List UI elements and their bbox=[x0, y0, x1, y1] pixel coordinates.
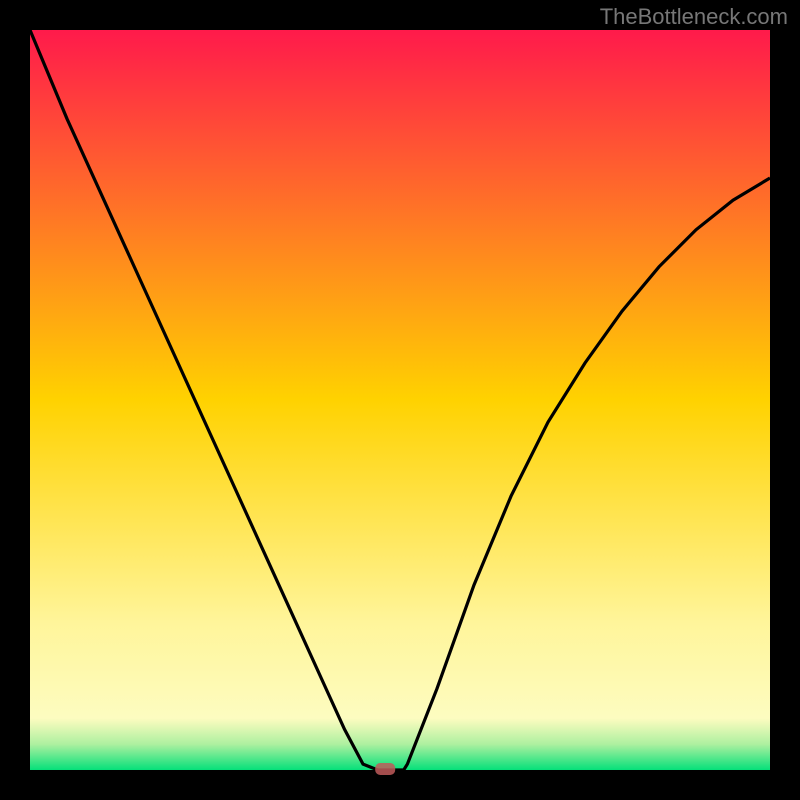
plot-area bbox=[30, 30, 770, 770]
bottleneck-chart: TheBottleneck.com bbox=[0, 0, 800, 800]
marker-point bbox=[375, 763, 395, 775]
chart-svg bbox=[0, 0, 800, 800]
watermark-text: TheBottleneck.com bbox=[600, 4, 788, 30]
